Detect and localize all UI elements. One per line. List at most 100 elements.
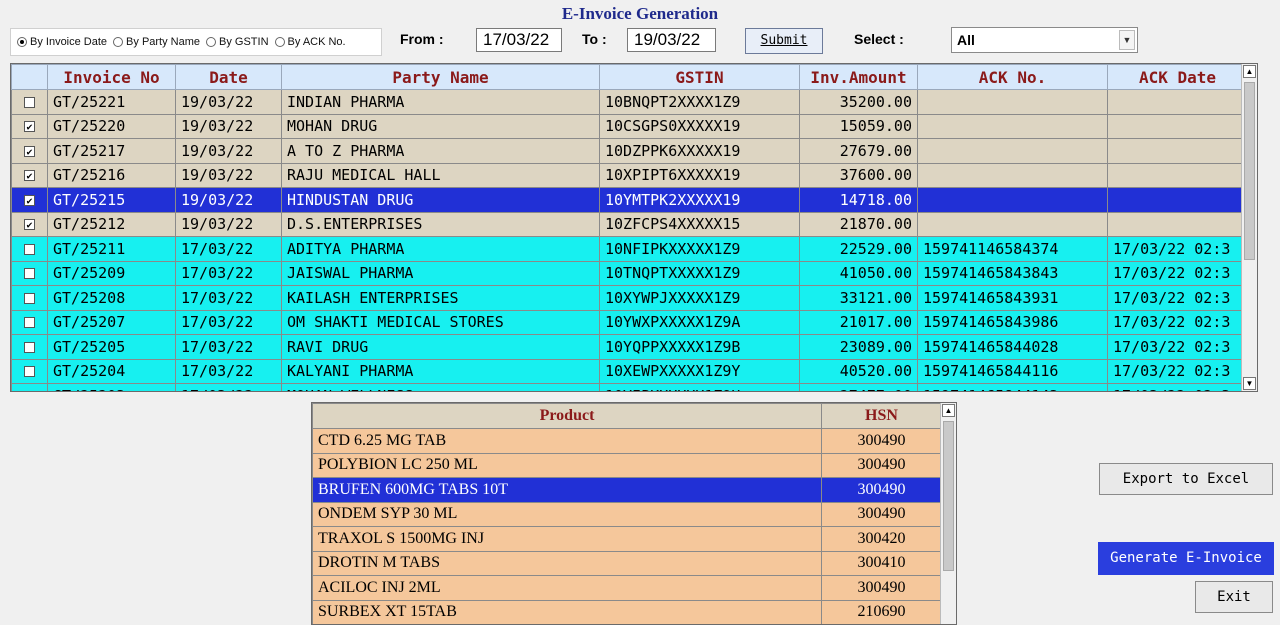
checkbox-checked-icon[interactable]: ✔ [24, 194, 35, 207]
cell-party-name[interactable]: RAJU MEDICAL HALL [281, 162, 600, 188]
cell-inv-amount[interactable]: 41050.00 [799, 260, 918, 286]
cell-product[interactable]: ACILOC INJ 2ML [312, 575, 822, 601]
cell-ack-no[interactable]: 159741146584374 [917, 236, 1108, 262]
cell-gstin[interactable]: 10NFIPKXXXXX1Z9 [599, 236, 800, 262]
cell-gstin[interactable]: 10XPIPT6XXXXX19 [599, 162, 800, 188]
cell-gstin[interactable]: 10CSGPS0XXXXX19 [599, 113, 800, 139]
col-product[interactable]: Product [312, 403, 822, 429]
invoice-row[interactable]: GT/25207 17/03/22 OM SHAKTI MEDICAL STORES… [11, 309, 1248, 335]
cell-date[interactable]: 17/03/22 [175, 383, 282, 391]
cell-gstin[interactable]: 10YIPKXXXXX1Z9H [599, 383, 800, 391]
exit-button[interactable]: Exit [1195, 581, 1273, 613]
invoice-row[interactable]: GT/25211 17/03/22 ADITYA PHARMA 10NFIPKXXXX… [11, 236, 1248, 262]
invoice-scrollbar[interactable]: ▲ ▼ [1241, 64, 1257, 391]
cell-ack-no[interactable] [917, 211, 1108, 237]
cell-ack-date[interactable]: 17/03/22 02:3 [1107, 260, 1248, 286]
scroll-thumb[interactable] [1244, 82, 1255, 260]
cell-ack-no[interactable] [917, 162, 1108, 188]
cell-date[interactable]: 17/03/22 [175, 309, 282, 335]
product-row[interactable]: TRAXOL S 1500MG INJ 300420 [312, 526, 942, 552]
cell-invoice-no[interactable]: GT/25209 [47, 260, 176, 286]
cell-ack-date[interactable] [1107, 162, 1248, 188]
cell-ack-no[interactable]: 159741465844116 [917, 358, 1108, 384]
cell-party-name[interactable]: D.S.ENTERPRISES [281, 211, 600, 237]
cell-invoice-no[interactable]: GT/25221 [47, 89, 176, 115]
cell-date[interactable]: 19/03/22 [175, 211, 282, 237]
cell-inv-amount[interactable]: 35200.00 [799, 89, 918, 115]
invoice-row[interactable]: ✔ GT/25215 19/03/22 HINDUSTAN DRUG 10YMTPK2X… [11, 187, 1248, 213]
cell-date[interactable]: 17/03/22 [175, 358, 282, 384]
cell-product[interactable]: DROTIN M TABS [312, 550, 822, 576]
col-party-name[interactable]: Party Name [281, 64, 600, 90]
cell-gstin[interactable]: 10YMTPK2XXXXX19 [599, 187, 800, 213]
cell-ack-date[interactable] [1107, 89, 1248, 115]
cell-product[interactable]: SURBEX XT 15TAB [312, 599, 822, 624]
cell-hsn[interactable]: 210690 [821, 599, 942, 624]
cell-inv-amount[interactable]: 27679.00 [799, 138, 918, 164]
cell-ack-no[interactable]: 159741465843986 [917, 309, 1108, 335]
cell-inv-amount[interactable]: 27477.00 [799, 383, 918, 391]
cell-inv-amount[interactable]: 23089.00 [799, 334, 918, 360]
cell-invoice-no[interactable]: GT/25205 [47, 334, 176, 360]
cell-select[interactable] [11, 358, 48, 384]
checkbox-empty-icon[interactable] [24, 390, 35, 391]
cell-inv-amount[interactable]: 33121.00 [799, 285, 918, 311]
invoice-row[interactable]: ✔ GT/25212 19/03/22 D.S.ENTERPRISES 10ZFCPS4… [11, 211, 1248, 237]
cell-ack-date[interactable]: 17/03/22 02:3 [1107, 334, 1248, 360]
scroll-up-arrow-icon[interactable]: ▲ [1243, 65, 1256, 78]
cell-gstin[interactable]: 10XYWPJXXXXX1Z9 [599, 285, 800, 311]
cell-ack-no[interactable] [917, 138, 1108, 164]
checkbox-empty-icon[interactable] [24, 317, 35, 329]
cell-select[interactable]: ✔ [11, 113, 48, 139]
cell-inv-amount[interactable]: 21870.00 [799, 211, 918, 237]
cell-party-name[interactable]: JAISWAL PHARMA [281, 260, 600, 286]
cell-select[interactable]: ✔ [11, 187, 48, 213]
cell-party-name[interactable]: INDIAN PHARMA [281, 89, 600, 115]
cell-party-name[interactable]: MOHAN WELLNESS [281, 383, 600, 391]
cell-invoice-no[interactable]: GT/25212 [47, 211, 176, 237]
invoice-row[interactable]: GT/25208 17/03/22 KAILASH ENTERPRISES 10XYW… [11, 285, 1248, 311]
cell-select[interactable]: ✔ [11, 162, 48, 188]
cell-gstin[interactable]: 10DZPPK6XXXXX19 [599, 138, 800, 164]
cell-product[interactable]: ONDEM SYP 30 ML [312, 501, 822, 527]
cell-ack-no[interactable]: 159741465844028 [917, 334, 1108, 360]
invoice-row[interactable]: GT/25204 17/03/22 KALYANI PHARMA 10XEWPXXXX… [11, 358, 1248, 384]
cell-party-name[interactable]: KAILASH ENTERPRISES [281, 285, 600, 311]
cell-invoice-no[interactable]: GT/25204 [47, 358, 176, 384]
cell-select[interactable]: ✔ [11, 138, 48, 164]
invoice-row[interactable]: GT/2520317/03/22MOHAN WELLNESS10YIPKXXXX… [11, 383, 1248, 391]
cell-select[interactable] [11, 309, 48, 335]
invoice-row[interactable]: ✔ GT/25216 19/03/22 RAJU MEDICAL HALL 10XPIP… [11, 162, 1248, 188]
cell-hsn[interactable]: 300490 [821, 452, 942, 478]
cell-party-name[interactable]: HINDUSTAN DRUG [281, 187, 600, 213]
invoice-row[interactable]: GT/25209 17/03/22 JAISWAL PHARMA 10TNQPTXXX… [11, 260, 1248, 286]
cell-hsn[interactable]: 300490 [821, 477, 942, 503]
cell-date[interactable]: 19/03/22 [175, 187, 282, 213]
cell-product[interactable]: BRUFEN 600MG TABS 10T [312, 477, 822, 503]
cell-invoice-no[interactable]: GT/25207 [47, 309, 176, 335]
cell-invoice-no[interactable]: GT/25203 [47, 383, 176, 391]
cell-ack-date[interactable]: 17/03/22 02:3 [1107, 383, 1248, 391]
cell-date[interactable]: 19/03/22 [175, 89, 282, 115]
cell-invoice-no[interactable]: GT/25216 [47, 162, 176, 188]
col-gstin[interactable]: GSTIN [599, 64, 800, 90]
cell-select[interactable] [11, 383, 48, 391]
checkbox-checked-icon[interactable]: ✔ [24, 219, 35, 231]
checkbox-checked-icon[interactable]: ✔ [24, 145, 35, 158]
radio-by-gstin[interactable]: By GSTIN [206, 36, 269, 48]
chevron-down-icon[interactable]: ▼ [1119, 30, 1135, 50]
cell-hsn[interactable]: 300490 [821, 575, 942, 601]
cell-date[interactable]: 17/03/22 [175, 260, 282, 286]
cell-party-name[interactable]: MOHAN DRUG [281, 113, 600, 139]
cell-ack-date[interactable]: 17/03/22 02:3 [1107, 358, 1248, 384]
radio-by-party-name[interactable]: By Party Name [113, 36, 200, 48]
product-row[interactable]: SURBEX XT 15TAB 210690 [312, 599, 942, 624]
product-row[interactable]: BRUFEN 600MG TABS 10T 300490 [312, 477, 942, 503]
cell-ack-no[interactable] [917, 89, 1108, 115]
cell-invoice-no[interactable]: GT/25217 [47, 138, 176, 164]
scroll-down-arrow-icon[interactable]: ▼ [1243, 377, 1256, 390]
cell-party-name[interactable]: KALYANI PHARMA [281, 358, 600, 384]
cell-date[interactable]: 19/03/22 [175, 113, 282, 139]
cell-hsn[interactable]: 300410 [821, 550, 942, 576]
radio-by-invoice-date[interactable]: By Invoice Date [17, 36, 107, 48]
